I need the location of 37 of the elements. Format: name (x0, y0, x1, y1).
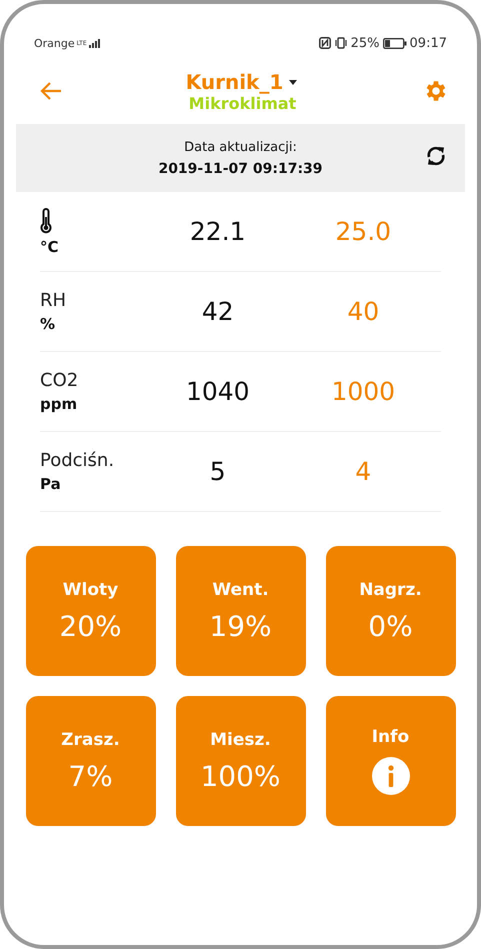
signal-icon (88, 38, 103, 48)
parameter-name: CO2 (40, 370, 78, 391)
refresh-button[interactable] (425, 144, 447, 168)
caret-icon (287, 78, 300, 86)
parameter-name: RH (40, 290, 66, 311)
update-label: Data aktualizacji: (184, 140, 297, 154)
setpoint-value: 40 (347, 297, 380, 326)
current-value: 42 (202, 297, 234, 326)
battery-icon (382, 38, 407, 48)
farm-selector[interactable]: Kurnik_1 (186, 70, 300, 94)
parameter-unit: ppm (40, 395, 78, 413)
info-icon (372, 757, 410, 795)
device-tile[interactable]: Nagrz. 0% (326, 546, 456, 676)
device-tile[interactable]: Went. 19% (176, 546, 306, 676)
setpoint-value: 1000 (331, 377, 396, 406)
battery-percent: 25% (350, 36, 380, 50)
parameter-unit: Pa (40, 475, 61, 493)
screen-subtitle: Mikroklimat (188, 94, 296, 112)
setpoint-value: 25.0 (335, 217, 392, 246)
device-tile[interactable]: Info (326, 696, 456, 826)
network-type: LTE (76, 40, 87, 46)
parameter-name: Podciśn. (40, 450, 114, 471)
clock: 09:17 (410, 36, 447, 50)
vibrate-icon (334, 37, 348, 49)
current-value: 1040 (186, 377, 250, 406)
device-tile[interactable]: Wloty 20% (26, 546, 156, 676)
carrier-name: Orange (34, 36, 75, 50)
parameter-unit: % (40, 315, 56, 333)
update-date: 2019-11-07 09:17:39 (158, 160, 323, 176)
setpoint-value: 4 (355, 457, 372, 486)
thermometer-icon (40, 208, 52, 234)
nfc-icon (318, 37, 331, 49)
parameter-unit: °C (40, 238, 59, 256)
device-tile[interactable]: Zrasz. 7% (26, 696, 156, 826)
current-value: 22.1 (190, 217, 246, 246)
current-value: 5 (210, 457, 226, 486)
device-tile[interactable]: Miesz. 100% (176, 696, 306, 826)
